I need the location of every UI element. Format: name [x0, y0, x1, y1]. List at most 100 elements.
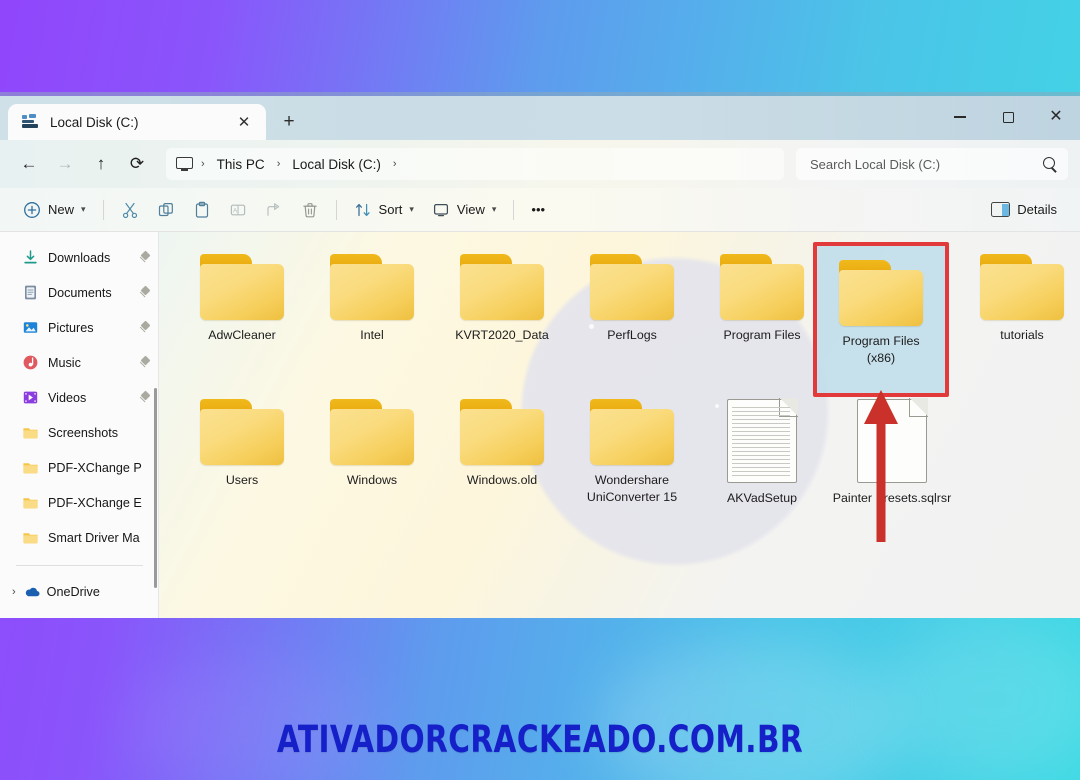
sort-button[interactable]: Sort ▾: [345, 195, 423, 225]
chevron-down-icon: ▾: [81, 204, 86, 214]
file-item-label: AdwCleaner: [208, 328, 276, 342]
file-item-tutorials[interactable]: tutorials: [957, 246, 1080, 391]
folder-icon: [330, 399, 414, 465]
maximize-button[interactable]: [984, 96, 1032, 138]
file-item-adwcleaner[interactable]: AdwCleaner: [177, 246, 307, 391]
sidebar-item-music[interactable]: Music: [0, 345, 159, 380]
close-window-button[interactable]: ✕: [1032, 96, 1080, 138]
copy-button[interactable]: [148, 195, 184, 225]
navigation-pane: Downloads Documents Pictures Music Video…: [0, 232, 159, 618]
file-item-users[interactable]: Users: [177, 391, 307, 536]
breadcrumb[interactable]: › This PC › Local Disk (C:) ›: [166, 148, 784, 180]
file-item-akvadsetup[interactable]: AKVadSetup: [697, 391, 827, 536]
pin-icon[interactable]: [139, 252, 151, 264]
delete-button[interactable]: [292, 195, 328, 225]
file-item-label: Users: [225, 473, 259, 487]
svg-text:A: A: [233, 207, 238, 214]
breadcrumb-this-pc[interactable]: This PC: [211, 155, 271, 174]
command-bar: New ▾ A Sort ▾ View ▾ ••• Details: [0, 188, 1080, 232]
sidebar-item-onedrive[interactable]: › OneDrive: [0, 574, 159, 609]
chevron-right-icon[interactable]: ›: [10, 586, 18, 598]
folder-icon: [22, 459, 39, 476]
folder-icon: [980, 254, 1064, 320]
file-item-painter-presets-sqlrsr[interactable]: Painter Presets.sqlrsr: [827, 391, 957, 536]
breadcrumb-local-disk-c[interactable]: Local Disk (C:): [286, 155, 387, 174]
file-item-program-files[interactable]: Program Files: [697, 246, 827, 391]
sidebar-item-label: Music: [48, 355, 81, 370]
search-input[interactable]: Search Local Disk (C:): [796, 148, 1068, 180]
file-item-windows[interactable]: Windows: [307, 391, 437, 536]
sort-button-label: Sort: [378, 202, 403, 217]
cut-button[interactable]: [112, 195, 148, 225]
file-item-label: tutorials: [1000, 328, 1044, 342]
view-icon: [433, 203, 448, 216]
sidebar-item-downloads[interactable]: Downloads: [0, 240, 159, 275]
new-tab-button[interactable]: +: [274, 107, 304, 137]
picture-icon: [22, 319, 39, 336]
sidebar-scrollbar[interactable]: [154, 388, 157, 588]
folder-icon: [22, 424, 39, 441]
video-icon: [22, 389, 39, 406]
generic-file-icon: [857, 398, 928, 483]
file-list-pane[interactable]: AdwCleaner Intel KVRT2020_Data PerfLogs: [159, 232, 1080, 618]
rename-button[interactable]: A: [220, 195, 256, 225]
details-pane-icon: [991, 202, 1011, 217]
file-item-kvrt2020-data[interactable]: KVRT2020_Data: [437, 246, 567, 391]
window-controls: ✕: [936, 96, 1080, 138]
sidebar-item-label: PDF-XChange P: [48, 460, 142, 475]
new-button[interactable]: New ▾: [14, 195, 95, 225]
maximize-icon: [1002, 111, 1014, 123]
file-item-windows-old[interactable]: Windows.old: [437, 391, 567, 536]
sidebar-item-documents[interactable]: Documents: [0, 275, 159, 310]
folder-icon: [22, 529, 39, 546]
share-button[interactable]: [256, 195, 292, 225]
paste-icon: [195, 201, 208, 218]
pin-icon[interactable]: [139, 287, 151, 299]
file-item-intel[interactable]: Intel: [307, 246, 437, 391]
file-item-wondershare-uniconverter-15[interactable]: Wondershare UniConverter 15: [567, 391, 697, 536]
file-item-label: Windows: [346, 473, 398, 487]
sidebar-item-screenshots[interactable]: Screenshots: [0, 415, 159, 450]
drive-icon: [22, 114, 40, 130]
explorer-body: Downloads Documents Pictures Music Video…: [0, 232, 1080, 618]
selection-highlight-program-files-x86[interactable]: Program Files (x86): [813, 242, 949, 397]
details-pane-button[interactable]: Details: [982, 195, 1066, 225]
sidebar-item-videos[interactable]: Videos: [0, 380, 159, 415]
copy-icon: [158, 202, 173, 216]
sidebar-item-pdf-xchange-e[interactable]: PDF-XChange E: [0, 485, 159, 520]
file-explorer-window: Local Disk (C:) ✕ + ✕ ← → ↑ ⟳ › This PC: [0, 96, 1080, 618]
pin-icon[interactable]: [139, 322, 151, 334]
up-button[interactable]: ↑: [84, 147, 118, 181]
folder-icon: [590, 399, 674, 465]
pin-icon[interactable]: [139, 392, 151, 404]
sidebar-item-smart-driver-manager[interactable]: Smart Driver Ma: [0, 520, 159, 555]
this-pc-icon: [176, 156, 193, 172]
minimize-icon: [954, 116, 966, 118]
close-tab-icon[interactable]: ✕: [232, 110, 256, 134]
forward-button[interactable]: →: [48, 147, 82, 181]
back-button[interactable]: ←: [12, 147, 46, 181]
file-item-label: PerfLogs: [607, 328, 657, 342]
sidebar-item-label: Pictures: [48, 320, 94, 335]
view-button[interactable]: View ▾: [423, 195, 505, 225]
address-bar: ← → ↑ ⟳ › This PC › Local Disk (C:) › Se…: [0, 140, 1080, 188]
details-button-label: Details: [1017, 202, 1057, 217]
delete-icon: [302, 202, 317, 217]
pin-icon[interactable]: [139, 357, 151, 369]
sort-icon: [355, 203, 370, 216]
sidebar-item-label: Videos: [48, 390, 87, 405]
sidebar-item-label: Documents: [48, 285, 112, 300]
folder-icon: [460, 399, 544, 465]
overflow-menu-button[interactable]: •••: [522, 195, 554, 225]
file-item-perflogs[interactable]: PerfLogs: [567, 246, 697, 391]
sidebar-item-label: Screenshots: [48, 425, 119, 440]
tab-local-disk-c[interactable]: Local Disk (C:) ✕: [8, 104, 266, 140]
download-icon: [22, 249, 39, 266]
folder-icon: [720, 254, 804, 320]
refresh-button[interactable]: ⟳: [120, 147, 154, 181]
minimize-button[interactable]: [936, 96, 984, 138]
sidebar-item-pdf-xchange-p[interactable]: PDF-XChange P: [0, 450, 159, 485]
paste-button[interactable]: [184, 195, 220, 225]
file-item-label: Windows.old: [466, 473, 538, 487]
sidebar-item-pictures[interactable]: Pictures: [0, 310, 159, 345]
